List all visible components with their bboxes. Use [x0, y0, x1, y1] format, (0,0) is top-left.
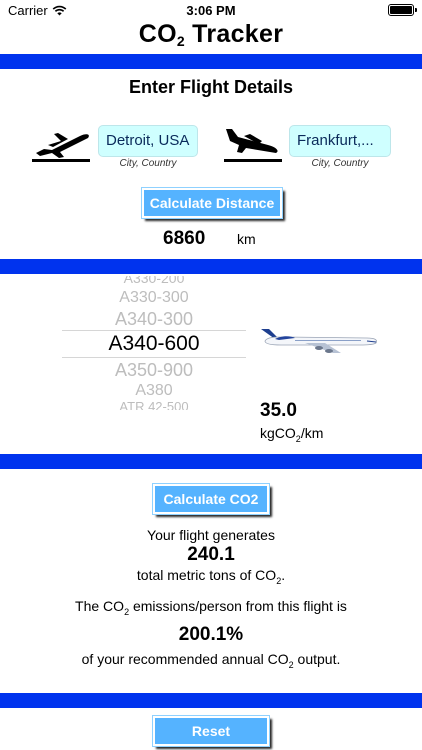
title-subscript: 2 [176, 33, 185, 49]
origin-field[interactable]: Detroit, USA [98, 125, 198, 157]
picker-item[interactable]: A350-900 [62, 360, 246, 380]
picker-item[interactable]: A380 [62, 382, 246, 400]
takeoff-icon [32, 133, 90, 162]
picker-item[interactable]: A330-200 [62, 276, 246, 286]
annual-text-prefix: of your recommended annual CO [81, 651, 289, 667]
status-bar: Carrier 3:06 PM [0, 0, 422, 20]
battery-icon [388, 4, 417, 16]
divider-band-4 [0, 693, 422, 708]
title-text-prefix: CO [138, 20, 177, 48]
per-person-text: The CO2 emissions/person from this fligh… [0, 598, 422, 617]
total-text-suffix: . [281, 567, 286, 583]
distance-unit: km [237, 231, 256, 247]
calculate-distance-button[interactable]: Calculate Distance [141, 187, 283, 219]
destination-field[interactable]: Frankfurt,... [289, 125, 391, 157]
per-person-prefix: The CO [75, 598, 125, 614]
emission-value: 35.0 [260, 400, 297, 421]
annual-text: of your recommended annual CO2 output. [0, 651, 422, 670]
picker-item[interactable]: A330-300 [62, 289, 246, 307]
picker-item-selected[interactable]: A340-600 [62, 332, 246, 356]
reset-button[interactable]: Reset [152, 715, 270, 747]
picker-selection-line-bottom [62, 357, 246, 358]
distance-value: 6860 [163, 228, 206, 249]
aircraft-image [261, 329, 377, 353]
total-emission-text: total metric tons of CO2. [0, 567, 422, 586]
picker-selection-line-top [62, 330, 246, 331]
app-title: CO2 Tracker [0, 20, 422, 49]
picker-item[interactable]: ATR 42-500 [62, 400, 246, 411]
per-person-suffix: emissions/person from this flight is [129, 598, 347, 614]
total-emission-value: 240.1 [187, 544, 235, 565]
divider-band-3 [0, 454, 422, 469]
landing-icon [224, 129, 282, 162]
destination-caption: City, Country [311, 158, 369, 169]
picker-item[interactable]: A340-300 [62, 309, 246, 329]
annual-text-suffix: output. [293, 651, 341, 667]
origin-caption: City, Country [119, 158, 177, 169]
emission-unit: kgCO2/km [260, 425, 323, 444]
total-text-prefix: total metric tons of CO [136, 567, 277, 583]
divider-band-1 [0, 54, 422, 69]
title-text-suffix: Tracker [184, 20, 284, 48]
percent-value: 200.1% [178, 624, 244, 645]
divider-band-2 [0, 259, 422, 274]
section-heading-flight-details: Enter Flight Details [128, 77, 294, 97]
calculate-co2-button[interactable]: Calculate CO2 [152, 483, 270, 515]
aircraft-picker[interactable]: A330-200 A330-300 A340-300 A340-600 A350… [62, 276, 246, 410]
status-time: 3:06 PM [186, 3, 236, 18]
emission-unit-suffix: /km [300, 425, 324, 441]
generates-text: Your flight generates [147, 527, 275, 543]
emission-unit-prefix: kgCO [260, 425, 296, 441]
